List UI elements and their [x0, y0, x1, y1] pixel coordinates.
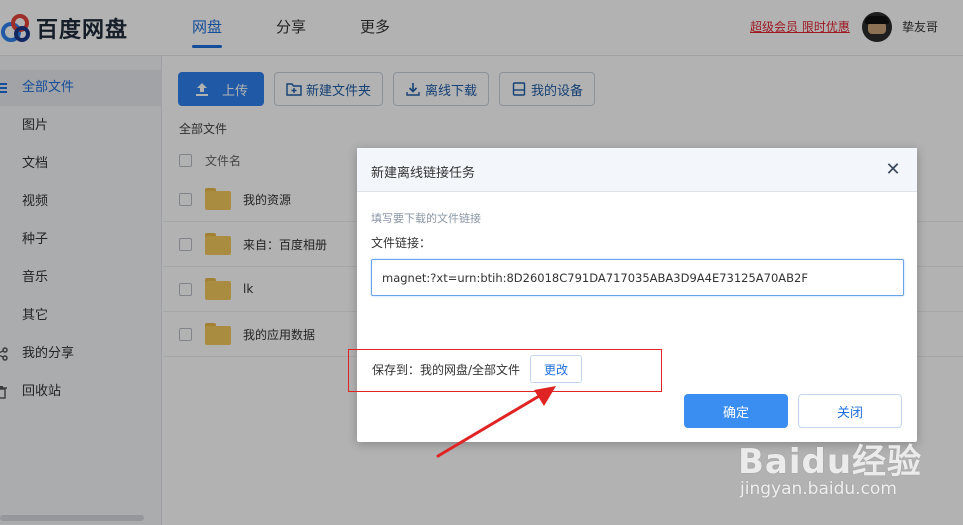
link-input[interactable] — [371, 259, 904, 296]
dialog-header: 新建离线链接任务 ✕ — [357, 148, 917, 192]
link-field-label: 文件链接： — [371, 236, 432, 250]
baidu-jingyan-watermark: Baidu经验 jingyan.baidu.com — [738, 426, 958, 501]
confirm-button[interactable]: 确定 — [684, 394, 788, 428]
close-button[interactable]: 关闭 — [798, 394, 902, 428]
close-icon[interactable]: ✕ — [883, 160, 903, 180]
watermark-logo: Baidu经验 — [738, 442, 923, 482]
dialog-hint: 填写要下载的文件链接 — [371, 212, 481, 225]
watermark-url: jingyan.baidu.com — [740, 479, 897, 499]
annotation-arrow-icon — [436, 386, 556, 458]
dialog-title: 新建离线链接任务 — [371, 166, 476, 181]
